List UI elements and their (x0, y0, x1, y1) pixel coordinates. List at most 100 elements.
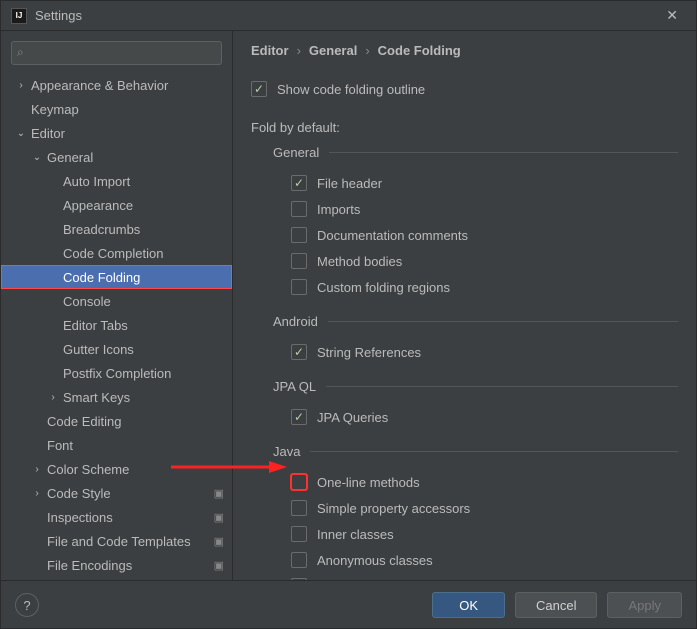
breadcrumb-part: Code Folding (378, 43, 461, 58)
checkbox-one-line-methods[interactable] (291, 474, 307, 490)
tree-label: Code Editing (47, 414, 121, 429)
cancel-button[interactable]: Cancel (515, 592, 597, 618)
tree-item-file-encodings[interactable]: •File Encodings▣ (1, 553, 232, 577)
tree-item-code-completion[interactable]: •Code Completion (1, 241, 232, 265)
tree-label: File and Code Templates (47, 534, 191, 549)
group-java: Java One-line methods Simple property ac… (273, 444, 678, 580)
window-title: Settings (35, 8, 658, 23)
close-icon[interactable]: ✕ (658, 3, 686, 28)
group-title: General (273, 145, 319, 160)
tree-label: Editor (31, 126, 65, 141)
label: One-line methods (317, 475, 420, 490)
tree-item-appearance-behavior[interactable]: ›Appearance & Behavior (1, 73, 232, 97)
tree-label: Editor Tabs (63, 318, 128, 333)
tree-item-smart-keys[interactable]: ›Smart Keys (1, 385, 232, 409)
tree-item-breadcrumbs[interactable]: •Breadcrumbs (1, 217, 232, 241)
breadcrumb-part: General (309, 43, 357, 58)
checkbox-doc-comments[interactable] (291, 227, 307, 243)
checkbox-string-refs[interactable] (291, 344, 307, 360)
titlebar: IJ Settings ✕ (1, 1, 696, 31)
bottom-bar: ? OK Cancel Apply (1, 580, 696, 629)
tree-item-auto-import[interactable]: •Auto Import (1, 169, 232, 193)
chevron-right-icon: › (297, 43, 301, 58)
label: Annotations (317, 579, 386, 581)
ok-button[interactable]: OK (432, 592, 505, 618)
tree-label: Auto Import (63, 174, 130, 189)
help-button[interactable]: ? (15, 593, 39, 617)
search-input[interactable] (11, 41, 222, 65)
checkbox-anon-classes[interactable] (291, 552, 307, 568)
settings-tree: ›Appearance & Behavior •Keymap ⌄Editor ⌄… (1, 73, 232, 580)
tree-item-editor-tabs[interactable]: •Editor Tabs (1, 313, 232, 337)
label: Inner classes (317, 527, 394, 542)
chevron-right-icon: › (365, 43, 369, 58)
tree-item-inspections[interactable]: •Inspections▣ (1, 505, 232, 529)
tree-item-code-style[interactable]: ›Code Style▣ (1, 481, 232, 505)
scope-icon: ▣ (214, 535, 224, 548)
main: ⌕ ›Appearance & Behavior •Keymap ⌄Editor… (1, 31, 696, 580)
label: Documentation comments (317, 228, 468, 243)
tree-item-keymap[interactable]: •Keymap (1, 97, 232, 121)
tree-label: Code Completion (63, 246, 163, 261)
scope-icon: ▣ (214, 511, 224, 524)
breadcrumb-part: Editor (251, 43, 289, 58)
group-android: Android String References (273, 314, 678, 365)
tree-item-code-editing[interactable]: •Code Editing (1, 409, 232, 433)
label: File header (317, 176, 382, 191)
label: Imports (317, 202, 360, 217)
tree-item-color-scheme[interactable]: ›Color Scheme (1, 457, 232, 481)
scope-icon: ▣ (214, 487, 224, 500)
tree-label: General (47, 150, 93, 165)
checkbox-custom-regions[interactable] (291, 279, 307, 295)
tree-label: Code Style (47, 486, 111, 501)
fold-by-default-label: Fold by default: (251, 120, 678, 135)
tree-item-console[interactable]: •Console (1, 289, 232, 313)
tree-label: File Encodings (47, 558, 132, 573)
label: Method bodies (317, 254, 402, 269)
scope-icon: ▣ (214, 559, 224, 572)
tree-label: Color Scheme (47, 462, 129, 477)
tree-item-font[interactable]: •Font (1, 433, 232, 457)
checkbox-jpa-queries[interactable] (291, 409, 307, 425)
tree-label: Postfix Completion (63, 366, 171, 381)
search-wrap: ⌕ (1, 31, 232, 73)
checkbox-inner-classes[interactable] (291, 526, 307, 542)
group-general: General File header Imports Documentatio… (273, 145, 678, 300)
checkbox-method-bodies[interactable] (291, 253, 307, 269)
tree-item-file-code-templates[interactable]: •File and Code Templates▣ (1, 529, 232, 553)
tree-label: Breadcrumbs (63, 222, 140, 237)
breadcrumb: Editor › General › Code Folding (251, 43, 678, 58)
tree-label: Appearance & Behavior (31, 78, 168, 93)
checkbox-imports[interactable] (291, 201, 307, 217)
tree-label: Font (47, 438, 73, 453)
checkbox-file-header[interactable] (291, 175, 307, 191)
label: JPA Queries (317, 410, 388, 425)
tree-label: Console (63, 294, 111, 309)
app-icon: IJ (11, 8, 27, 24)
tree-item-gutter-icons[interactable]: •Gutter Icons (1, 337, 232, 361)
group-title: Java (273, 444, 300, 459)
tree-label: Gutter Icons (63, 342, 134, 357)
label: Simple property accessors (317, 501, 470, 516)
tree-item-postfix-completion[interactable]: •Postfix Completion (1, 361, 232, 385)
group-title: JPA QL (273, 379, 316, 394)
label: Custom folding regions (317, 280, 450, 295)
label: String References (317, 345, 421, 360)
content-pane: Editor › General › Code Folding Show cod… (233, 31, 696, 580)
tree-item-general[interactable]: ⌄General (1, 145, 232, 169)
checkbox-show-outline[interactable] (251, 81, 267, 97)
tree-label: Smart Keys (63, 390, 130, 405)
search-icon: ⌕ (17, 45, 24, 60)
tree-item-appearance[interactable]: •Appearance (1, 193, 232, 217)
tree-item-editor[interactable]: ⌄Editor (1, 121, 232, 145)
row-show-outline: Show code folding outline (251, 76, 678, 102)
group-jpaql: JPA QL JPA Queries (273, 379, 678, 430)
label: Show code folding outline (277, 82, 425, 97)
group-title: Android (273, 314, 318, 329)
tree-label: Code Folding (63, 270, 140, 285)
tree-label: Inspections (47, 510, 113, 525)
checkbox-annotations[interactable] (291, 578, 307, 580)
checkbox-simple-prop[interactable] (291, 500, 307, 516)
tree-item-code-folding[interactable]: •Code Folding (1, 265, 232, 289)
apply-button[interactable]: Apply (607, 592, 682, 618)
